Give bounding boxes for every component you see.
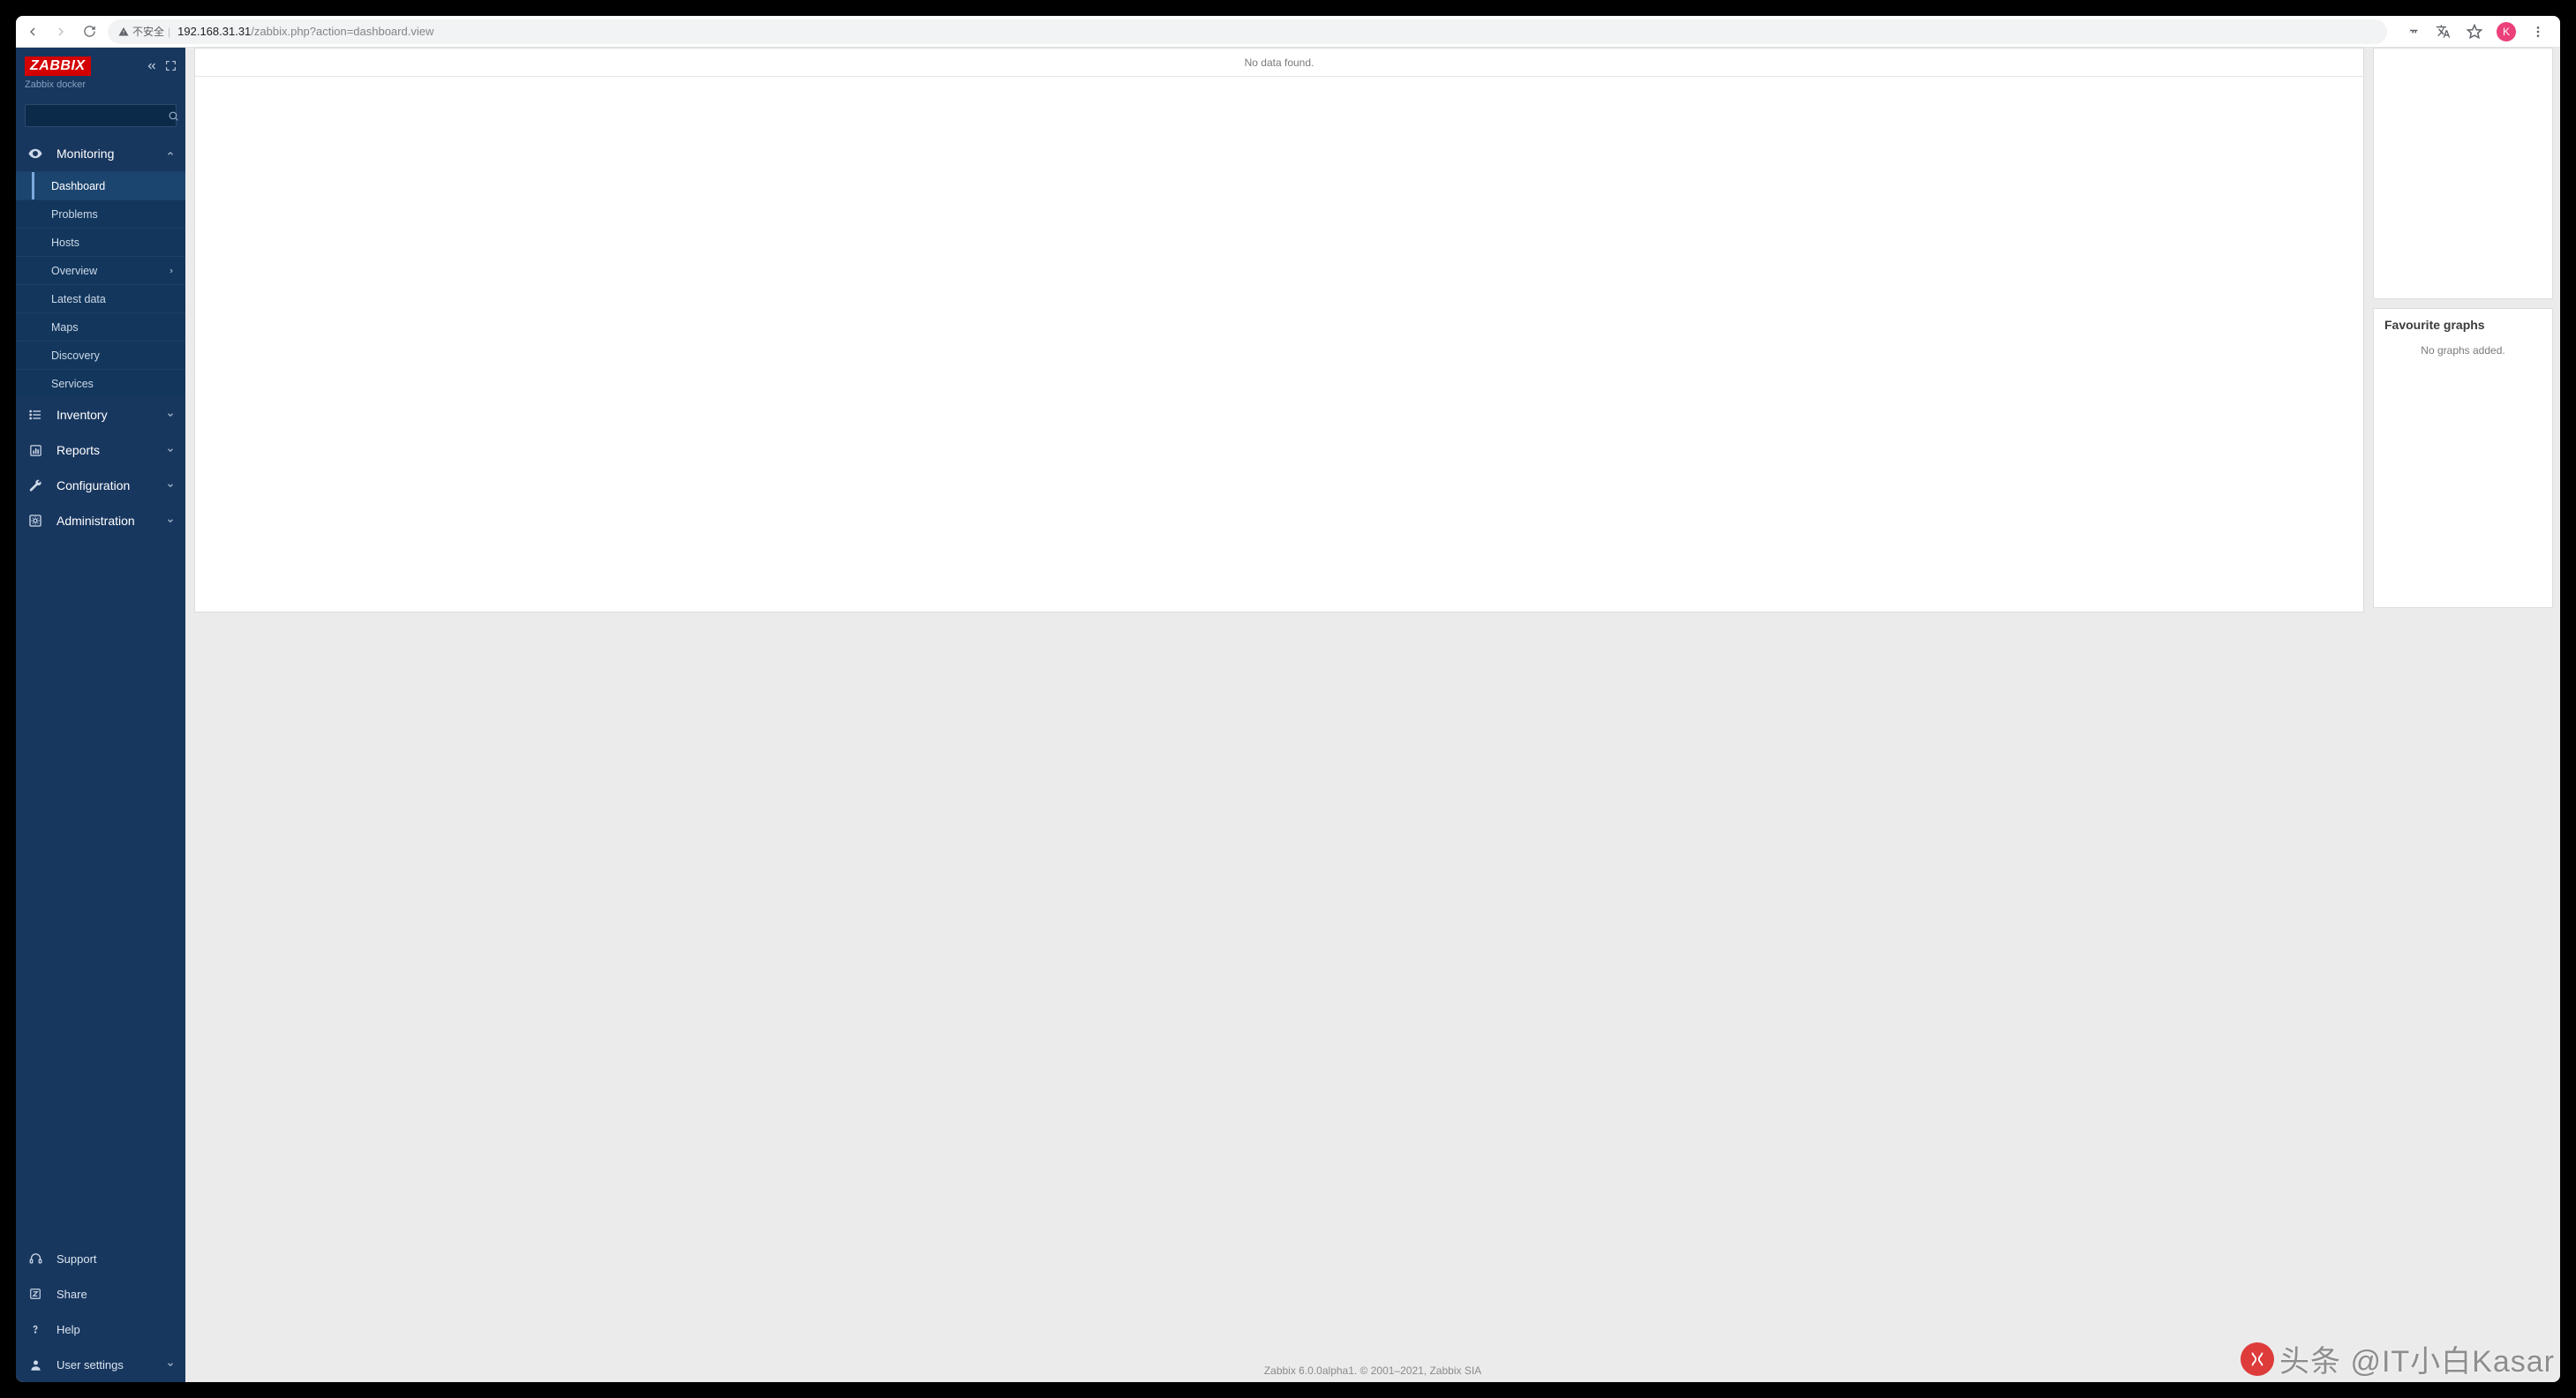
nav-item-support[interactable]: Support	[16, 1241, 185, 1276]
nav-label: Reports	[56, 443, 100, 457]
nav-label: User settings	[56, 1358, 124, 1372]
not-secure-indicator: 不安全 |	[118, 24, 170, 39]
favourite-graphs-widget: Favourite graphs No graphs added.	[2373, 308, 2553, 608]
search-input[interactable]	[31, 109, 168, 122]
chevron-right-icon	[168, 267, 175, 274]
security-label: 不安全	[132, 24, 164, 39]
browser-back-button[interactable]	[23, 22, 42, 41]
nav-label: Support	[56, 1252, 97, 1266]
nav-item-help[interactable]: Help	[16, 1312, 185, 1347]
nav-item-dashboard[interactable]: Dashboard	[16, 171, 185, 199]
nav-section-configuration[interactable]: Configuration	[16, 468, 185, 503]
list-icon	[26, 408, 44, 422]
sidebar: ZABBIX Zabbix docker	[16, 48, 185, 1382]
translate-icon[interactable]	[2433, 22, 2452, 41]
nav-label: Administration	[56, 514, 135, 528]
sidebar-search[interactable]	[25, 104, 177, 127]
chevron-down-icon	[166, 516, 175, 525]
dashboard-widget-blank	[2373, 48, 2553, 299]
no-data-message: No data found.	[195, 49, 2363, 77]
chevron-down-icon	[166, 1360, 175, 1369]
search-icon[interactable]	[168, 110, 179, 122]
chevron-down-icon	[166, 481, 175, 490]
dashboard-widget-main: No data found.	[194, 48, 2364, 613]
nav-item-hosts[interactable]: Hosts	[16, 228, 185, 256]
browser-reload-button[interactable]	[79, 22, 99, 41]
eye-icon	[26, 146, 44, 162]
sidebar-collapse-icon[interactable]	[146, 60, 158, 72]
nav-section-administration[interactable]: Administration	[16, 503, 185, 538]
nav-item-discovery[interactable]: Discovery	[16, 341, 185, 369]
nav-item-latest-data[interactable]: Latest data	[16, 284, 185, 312]
nav-sub-label: Dashboard	[51, 180, 105, 192]
nav-item-services[interactable]: Services	[16, 369, 185, 397]
main-content: No data found. Favourite graphs No graph…	[185, 48, 2560, 1382]
widget-title: Favourite graphs	[2374, 309, 2552, 341]
nav-sub-label: Hosts	[51, 237, 79, 249]
nav-section-inventory[interactable]: Inventory	[16, 397, 185, 432]
chevron-down-icon	[166, 446, 175, 455]
password-key-icon[interactable]	[2401, 22, 2421, 41]
nav-item-share[interactable]: Share	[16, 1276, 185, 1312]
user-icon	[26, 1358, 44, 1372]
browser-toolbar: 不安全 | 192.168.31.31/zabbix.php?action=da…	[16, 16, 2560, 48]
z-square-icon	[26, 1288, 44, 1300]
wrench-icon	[26, 478, 44, 492]
nav-item-problems[interactable]: Problems	[16, 199, 185, 228]
nav-section-reports[interactable]: Reports	[16, 432, 185, 468]
nav-label: Help	[56, 1323, 80, 1336]
nav-item-maps[interactable]: Maps	[16, 312, 185, 341]
browser-menu-icon[interactable]	[2528, 22, 2548, 41]
url-text: 192.168.31.31/zabbix.php?action=dashboar…	[177, 25, 433, 38]
nav-item-user-settings[interactable]: User settings	[16, 1347, 185, 1382]
headset-icon	[26, 1252, 44, 1266]
widget-empty-message: No graphs added.	[2374, 341, 2552, 367]
chevron-down-icon	[166, 410, 175, 419]
nav-label: Share	[56, 1288, 87, 1301]
nav-label: Monitoring	[56, 147, 114, 161]
nav-sub-label: Latest data	[51, 293, 106, 305]
zabbix-logo[interactable]: ZABBIX	[25, 56, 91, 76]
browser-forward-button[interactable]	[51, 22, 71, 41]
profile-avatar[interactable]: K	[2497, 22, 2516, 41]
chevron-up-icon	[166, 149, 175, 158]
nav-sub-label: Overview	[51, 265, 97, 277]
nav-sub-label: Maps	[51, 321, 79, 334]
server-name-label: Zabbix docker	[16, 79, 185, 99]
nav-sub-label: Problems	[51, 208, 98, 221]
nav-sub-label: Discovery	[51, 350, 100, 362]
bookmark-star-icon[interactable]	[2465, 22, 2484, 41]
nav-section-monitoring[interactable]: Monitoring	[16, 136, 185, 171]
fullscreen-icon[interactable]	[165, 60, 177, 72]
nav-label: Configuration	[56, 478, 130, 492]
nav-label: Inventory	[56, 408, 108, 422]
nav-item-overview[interactable]: Overview	[16, 256, 185, 284]
nav-sub-label: Services	[51, 378, 94, 390]
address-bar[interactable]: 不安全 | 192.168.31.31/zabbix.php?action=da…	[108, 19, 2387, 44]
gear-box-icon	[26, 514, 44, 528]
chart-icon	[26, 444, 44, 457]
footer-copyright: Zabbix 6.0.0alpha1. © 2001–2021, Zabbix …	[185, 1364, 2560, 1377]
question-icon	[26, 1323, 44, 1335]
